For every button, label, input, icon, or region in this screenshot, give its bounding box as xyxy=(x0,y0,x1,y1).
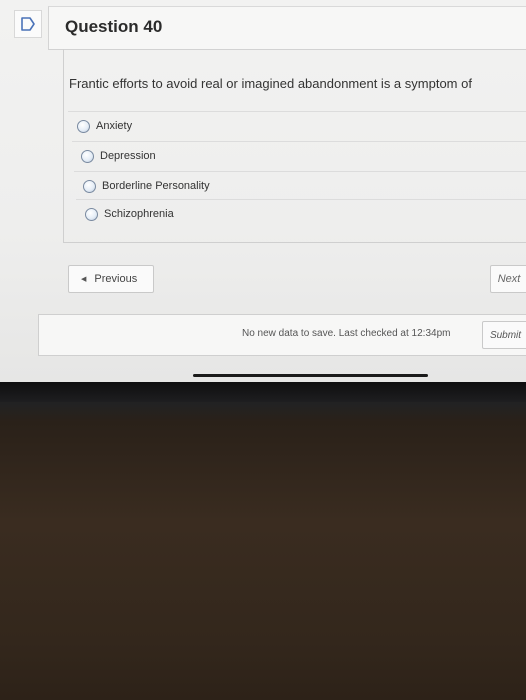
answer-option-borderline-personality[interactable]: Borderline Personality xyxy=(74,171,526,200)
previous-label: Previous xyxy=(94,273,138,285)
answer-label: Borderline Personality xyxy=(102,180,210,192)
question-prompt: Frantic efforts to avoid real or imagine… xyxy=(69,76,472,91)
radio-button[interactable] xyxy=(81,149,94,163)
answer-label: Depression xyxy=(100,150,156,162)
quiz-screen: Question 40 Frantic efforts to avoid rea… xyxy=(0,0,526,382)
previous-button[interactable]: ◀ Previous xyxy=(68,265,154,293)
answer-label: Schizophrenia xyxy=(104,208,174,220)
question-flag-icon[interactable] xyxy=(14,10,42,38)
radio-button[interactable] xyxy=(83,179,96,193)
question-header: Question 40 xyxy=(48,6,526,50)
answer-label: Anxiety xyxy=(96,120,133,132)
question-body: Frantic efforts to avoid real or imagine… xyxy=(63,49,526,243)
next-label: Next xyxy=(497,273,521,285)
left-triangle-icon: ◀ xyxy=(81,276,87,283)
submit-button[interactable]: Submit xyxy=(482,321,526,349)
flag-outline-icon xyxy=(21,17,35,31)
next-button[interactable]: Next xyxy=(490,265,526,293)
question-title: Question 40 xyxy=(65,17,163,36)
save-status-bar: No new data to save. Last checked at 12:… xyxy=(38,314,526,356)
submit-label: Submit xyxy=(489,329,522,341)
answer-option-anxiety[interactable]: Anxiety xyxy=(68,111,526,140)
save-status-text: No new data to save. Last checked at 12:… xyxy=(242,328,451,339)
monitor-bezel xyxy=(0,382,526,700)
radio-button[interactable] xyxy=(85,207,98,221)
radio-button[interactable] xyxy=(77,119,90,133)
monitor-bezel-edge xyxy=(0,382,526,402)
scrollbar-thumb[interactable] xyxy=(193,374,428,377)
answer-option-depression[interactable]: Depression xyxy=(72,141,526,170)
answer-option-schizophrenia[interactable]: Schizophrenia xyxy=(76,199,526,228)
